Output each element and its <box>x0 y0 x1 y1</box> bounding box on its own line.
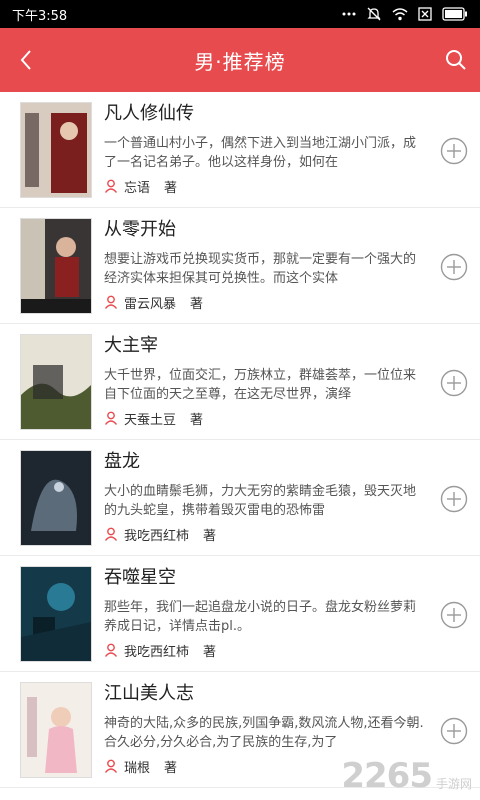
book-info: 从零开始 想要让游戏币兑换现实货币，那就一定要有一个强大的经济实体来担保其可兑换… <box>104 216 424 312</box>
book-description: 大千世界，位面交汇，万族林立，群雄荟萃，一位位来自下位面的天之至尊，在这无尽世界… <box>104 368 417 402</box>
status-bar: 下午3:58 <box>0 0 480 28</box>
search-button[interactable] <box>442 46 470 74</box>
book-description: 那些年，我们一起追盘龙小说的日子。盘龙女粉丝萝莉养成日记，详情点击pl.。 <box>104 600 417 634</box>
book-cover <box>20 682 92 778</box>
book-title: 吞噬星空 <box>104 567 176 588</box>
author-row: 天蚕土豆 著 <box>104 408 424 428</box>
book-title: 凡人修仙传 <box>104 103 194 124</box>
book-description: 大小的血睛鬃毛狮，力大无穷的紫睛金毛猿，毁天灭地的九头蛇皇，携带着毁灭雷电的恐怖… <box>104 484 417 518</box>
book-author: 天蚕土豆 <box>124 412 177 428</box>
add-to-shelf-button[interactable] <box>440 485 468 513</box>
plus-circle-icon <box>440 253 468 281</box>
author-row: 我吃西红柿 著 <box>104 524 424 544</box>
battery-icon <box>442 7 468 21</box>
chevron-left-icon <box>20 50 31 70</box>
plus-circle-icon <box>440 601 468 629</box>
book-description: 想要让游戏币兑换现实货币，那就一定要有一个强大的经济实体来担保其可兑换性。而这个… <box>104 252 417 286</box>
site-watermark: 2265 手游网 <box>341 756 472 796</box>
book-title: 盘龙 <box>104 451 140 472</box>
book-item[interactable]: 盘龙 大小的血睛鬃毛狮，力大无穷的紫睛金毛猿，毁天灭地的九头蛇皇，携带着毁灭雷电… <box>0 440 480 556</box>
search-icon <box>446 50 466 70</box>
plus-circle-icon <box>440 717 468 745</box>
book-info: 盘龙 大小的血睛鬃毛狮，力大无穷的紫睛金毛猿，毁天灭地的九头蛇皇，携带着毁灭雷电… <box>104 448 424 544</box>
book-author: 我吃西红柿 <box>124 644 190 660</box>
book-item[interactable]: 凡人修仙传 一个普通山村小子，偶然下进入到当地江湖小门派，成了一名记名弟子。他以… <box>0 92 480 208</box>
author-role: 著 <box>190 296 204 312</box>
watermark-number: 2265 <box>341 756 433 796</box>
author-icon <box>104 643 118 657</box>
sim-icon <box>418 7 432 21</box>
add-to-shelf-button[interactable] <box>440 253 468 281</box>
book-cover <box>20 450 92 546</box>
wifi-icon <box>392 7 408 21</box>
book-list: 凡人修仙传 一个普通山村小子，偶然下进入到当地江湖小门派，成了一名记名弟子。他以… <box>0 92 480 788</box>
book-title: 从零开始 <box>104 219 176 240</box>
plus-circle-icon <box>440 485 468 513</box>
page-title: 男·推荐榜 <box>194 49 286 74</box>
app-header: 男·推荐榜 <box>0 28 480 92</box>
author-icon <box>104 527 118 541</box>
book-description: 一个普通山村小子，偶然下进入到当地江湖小门派，成了一名记名弟子。他以这样身份，如… <box>104 136 417 170</box>
author-role: 著 <box>164 180 178 196</box>
book-info: 吞噬星空 那些年，我们一起追盘龙小说的日子。盘龙女粉丝萝莉养成日记，详情点击pl… <box>104 564 424 660</box>
plus-circle-icon <box>440 369 468 397</box>
author-icon <box>104 759 118 773</box>
add-to-shelf-button[interactable] <box>440 137 468 165</box>
author-icon <box>104 295 118 309</box>
book-author: 我吃西红柿 <box>124 528 190 544</box>
author-role: 著 <box>190 412 204 428</box>
add-to-shelf-button[interactable] <box>440 601 468 629</box>
book-cover <box>20 218 92 314</box>
add-to-shelf-button[interactable] <box>440 369 468 397</box>
book-item[interactable]: 吞噬星空 那些年，我们一起追盘龙小说的日子。盘龙女粉丝萝莉养成日记，详情点击pl… <box>0 556 480 672</box>
author-row: 雷云风暴 著 <box>104 292 424 312</box>
author-role: 著 <box>203 644 217 660</box>
status-time: 下午3:58 <box>12 8 68 24</box>
book-title: 大主宰 <box>104 335 158 356</box>
author-row: 忘语 著 <box>104 176 424 196</box>
author-icon <box>104 179 118 193</box>
author-role: 著 <box>164 760 178 776</box>
mute-bell-icon <box>366 6 382 22</box>
status-icons <box>342 6 468 22</box>
author-role: 著 <box>203 528 217 544</box>
book-author: 瑞根 <box>124 760 151 776</box>
book-author: 忘语 <box>124 180 151 196</box>
book-cover <box>20 102 92 198</box>
book-item[interactable]: 从零开始 想要让游戏币兑换现实货币，那就一定要有一个强大的经济实体来担保其可兑换… <box>0 208 480 324</box>
back-button[interactable] <box>12 46 40 74</box>
book-info: 凡人修仙传 一个普通山村小子，偶然下进入到当地江湖小门派，成了一名记名弟子。他以… <box>104 100 424 196</box>
author-icon <box>104 411 118 425</box>
add-to-shelf-button[interactable] <box>440 717 468 745</box>
book-info: 大主宰 大千世界，位面交汇，万族林立，群雄荟萃，一位位来自下位面的天之至尊，在这… <box>104 332 424 428</box>
book-title: 江山美人志 <box>104 683 194 704</box>
author-row: 我吃西红柿 著 <box>104 640 424 660</box>
book-cover <box>20 566 92 662</box>
book-author: 雷云风暴 <box>124 296 177 312</box>
book-cover <box>20 334 92 430</box>
book-description: 神奇的大陆,众多的民族,列国争霸,数风流人物,还看今朝.合久必分,分久必合,为了… <box>104 716 424 750</box>
watermark-text: 手游网 <box>435 776 472 791</box>
plus-circle-icon <box>440 137 468 165</box>
book-item[interactable]: 大主宰 大千世界，位面交汇，万族林立，群雄荟萃，一位位来自下位面的天之至尊，在这… <box>0 324 480 440</box>
dots-icon <box>342 12 356 16</box>
